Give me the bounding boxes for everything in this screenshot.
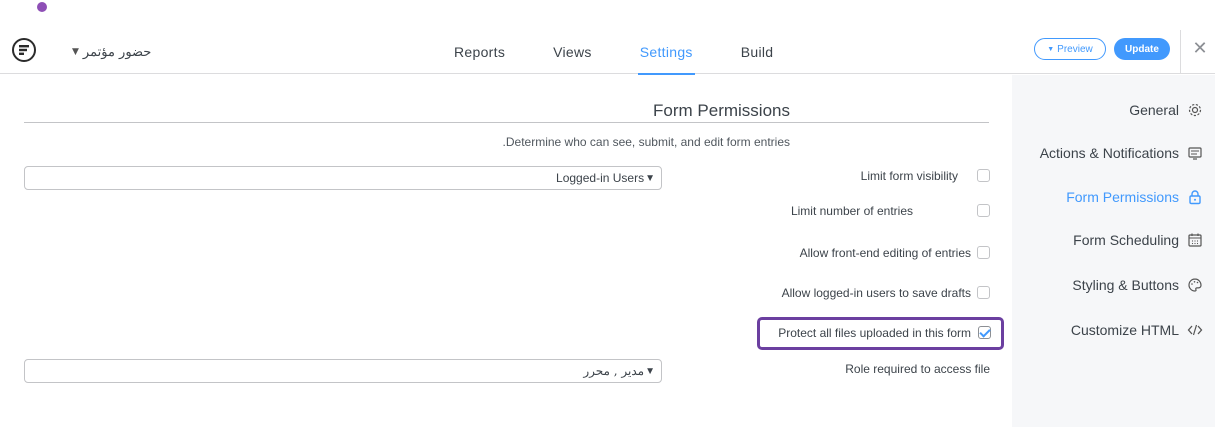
sidebar-item-label: Actions & Notifications (1039, 145, 1179, 161)
visibility-role-value: Logged-in Users (556, 171, 645, 185)
sidebar-item-form-scheduling[interactable]: Form Scheduling (1073, 229, 1203, 251)
notification-icon (1188, 147, 1202, 160)
caret-down-icon: ▼ (1047, 45, 1055, 53)
status-dot (37, 2, 47, 12)
update-button[interactable]: Update (1114, 38, 1170, 60)
sidebar-item-actions-notifications[interactable]: Actions & Notifications (1040, 142, 1203, 164)
limit-visibility-label: Limit form visibility (860, 169, 958, 183)
chevron-down-icon: ▼ (645, 172, 655, 184)
caret-down-icon: ▼ (72, 47, 79, 57)
role-required-label: Role required to access file (845, 362, 990, 376)
limit-entries-checkbox[interactable] (977, 204, 990, 217)
divider (24, 122, 989, 123)
file-role-value: مدير , محرر (583, 364, 645, 378)
visibility-role-select[interactable]: Logged-in Users ▼ (24, 166, 662, 190)
sidebar-item-form-permissions[interactable]: Form Permissions (1066, 186, 1203, 208)
code-icon (1187, 324, 1203, 336)
section-description: .Determine who can see, submit, and edit… (502, 135, 790, 149)
tab-build[interactable]: Build (717, 30, 798, 74)
sidebar-item-styling-buttons[interactable]: Styling & Buttons (1072, 274, 1203, 296)
form-name-dropdown[interactable]: حضور مؤتمر ▼ (72, 42, 162, 62)
preview-label: Preview (1057, 43, 1093, 55)
tab-views[interactable]: Views (529, 30, 616, 74)
sidebar-item-label: General (1129, 102, 1179, 118)
limit-visibility-checkbox[interactable] (977, 169, 990, 182)
form-name: حضور مؤتمر (82, 44, 152, 60)
tab-reports[interactable]: Reports (430, 30, 529, 74)
sidebar-item-customize-html[interactable]: Customize HTML (1071, 319, 1203, 341)
gear-icon (1188, 103, 1202, 117)
close-icon[interactable]: ✕ (1190, 39, 1210, 59)
sidebar-item-general[interactable]: General (1129, 99, 1203, 121)
palette-icon (1188, 278, 1202, 292)
save-drafts-label: Allow logged-in users to save drafts (781, 286, 971, 300)
limit-entries-label: Limit number of entries (790, 204, 913, 218)
preview-button[interactable]: ▼ Preview (1034, 38, 1106, 60)
frontend-editing-checkbox[interactable] (977, 246, 990, 259)
section-title: Form Permissions (653, 101, 790, 120)
chevron-down-icon: ▼ (645, 365, 655, 377)
file-role-select[interactable]: مدير , محرر ▼ (24, 359, 662, 383)
settings-content: Form Permissions .Determine who can see,… (0, 75, 1012, 427)
frontend-editing-label: Allow front-end editing of entries (799, 246, 971, 260)
save-drafts-checkbox[interactable] (977, 286, 990, 299)
formidable-logo-icon[interactable] (12, 38, 36, 62)
protect-files-checkbox[interactable] (978, 326, 991, 339)
top-bar: حضور مؤتمر ▼ Reports Views Settings Buil… (0, 30, 1215, 75)
tab-settings[interactable]: Settings (616, 30, 717, 75)
divider (1180, 30, 1181, 74)
calendar-icon (1188, 233, 1202, 247)
sidebar-item-label: Customize HTML (1070, 322, 1179, 338)
sidebar-item-label: Form Permissions (1066, 189, 1179, 205)
sidebar-item-label: Form Scheduling (1073, 232, 1179, 248)
main-nav: Reports Views Settings Build (430, 30, 798, 75)
protect-files-label: Protect all files uploaded in this form (778, 326, 971, 340)
settings-sidebar: General Actions & Notifications Form Per… (1012, 75, 1215, 427)
sidebar-item-label: Styling & Buttons (1072, 277, 1179, 293)
lock-icon (1189, 190, 1201, 205)
